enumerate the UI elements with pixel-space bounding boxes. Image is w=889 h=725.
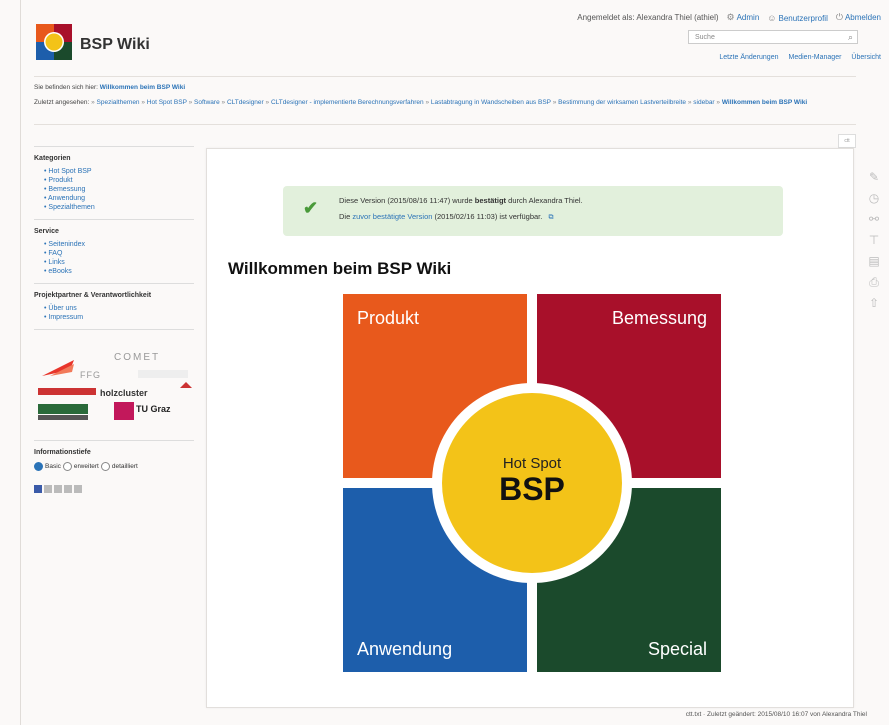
sidebar-item-anwendung[interactable]: Anwendung (44, 195, 194, 202)
badge[interactable] (44, 485, 52, 493)
divider (34, 76, 856, 77)
breadcrumb: Sie befinden sich hier: Willkommen beim … (34, 84, 186, 91)
trace-item[interactable]: CLTdesigner - implementierte Berechnungs… (271, 99, 424, 106)
holzcluster-logo-text: holzcluster (100, 388, 148, 398)
wiki-title[interactable]: BSP Wiki (80, 36, 150, 54)
backlinks-icon[interactable]: ⚯ (869, 212, 879, 226)
trace-item[interactable]: Software (194, 99, 220, 106)
sidebar-heading-depth: Informationstiefe (34, 449, 91, 456)
sidebar: Kategorien Hot Spot BSP Produkt Bemessun… (34, 142, 194, 493)
sidebar-heading-partners: Projektpartner & Verantwortlichkeit (34, 292, 152, 299)
partner-info-list: Über uns Impressum (34, 305, 194, 321)
anwendung-label: Anwendung (357, 639, 453, 659)
sidebar-item-hot-spot-bsp[interactable]: Hot Spot BSP (44, 168, 194, 175)
sidebar-item-about[interactable]: Über uns (44, 305, 194, 312)
page-tools: ✎ ◷ ⚯ ⊤ ▤ ⎙ ⇧ (864, 170, 884, 310)
divider (34, 124, 856, 125)
trace-current[interactable]: Willkommen beim BSP Wiki (722, 99, 807, 106)
checkmark-icon: ✔ (303, 198, 319, 218)
subscribe-icon[interactable]: ⊤ (869, 233, 879, 247)
depth-detailed-radio[interactable] (100, 462, 110, 471)
license-badges (34, 485, 194, 493)
previous-version-link[interactable]: zuvor bestätigte Version (352, 212, 432, 221)
recent-changes-link[interactable]: Letzte Änderungen (719, 54, 778, 61)
hot-spot-bsp-circle[interactable]: Hot Spot BSP (442, 393, 622, 573)
search-input[interactable]: Suche ⌕ (688, 30, 858, 44)
sidebar-heading-service: Service (34, 228, 59, 235)
ffg-logo[interactable] (42, 360, 74, 376)
sidebar-item-produkt[interactable]: Produkt (44, 177, 194, 184)
sidebar-item-ebooks[interactable]: eBooks (44, 268, 194, 275)
profile-link[interactable]: ☺ Benutzerprofil (767, 13, 828, 23)
produkt-label: Produkt (357, 308, 420, 328)
diff-icon[interactable]: ⧉ (548, 214, 553, 221)
breadcrumb-current[interactable]: Willkommen beim BSP Wiki (100, 84, 185, 91)
badge[interactable] (54, 485, 62, 493)
notice-line-2: Die zuvor bestätigte Version (2015/02/16… (339, 212, 554, 221)
trace-breadcrumb: Zuletzt angesehen: » Spezialthemen » Hot… (34, 99, 808, 106)
sidebar-item-faq[interactable]: FAQ (44, 250, 194, 257)
site-tools: Letzte Änderungen Medien-Manager Übersic… (719, 54, 881, 61)
partner-logos: FFG COMET holzcluster TU Graz (34, 340, 194, 436)
page-footer: ctt.txt · Zuletzt geändert: 2015/08/10 1… (685, 711, 867, 718)
bemessung-label: Bemessung (611, 308, 707, 328)
export-pdf-icon[interactable]: ▤ (868, 254, 879, 268)
logout-icon: ⏻ (835, 12, 843, 22)
depth-radio-group: Basic erweitert detailliert (34, 462, 194, 471)
edit-icon[interactable]: ✎ (869, 170, 879, 184)
sidebar-item-links[interactable]: Links (44, 259, 194, 266)
back-to-top-icon[interactable]: ⇧ (869, 296, 879, 310)
trace-item[interactable]: Lastabtragung in Wandscheiben aus BSP (431, 99, 551, 106)
sidebar-item-bemessung[interactable]: Bemessung (44, 186, 194, 193)
service-list: Seitenindex FAQ Links eBooks (34, 241, 194, 275)
user-tools: Angemeldet als: Alexandra Thiel (athiel)… (577, 12, 881, 23)
center-small-label: Hot Spot (502, 455, 562, 472)
search-icon[interactable]: ⌕ (848, 32, 853, 43)
tu-logo-text: TU Graz (136, 404, 171, 414)
sidebar-heading-categories: Kategorien (34, 155, 71, 162)
notice-line-1: Diese Version (2015/08/16 11:47) wurde b… (339, 196, 583, 205)
profile-icon: ☺ (767, 12, 777, 23)
revisions-icon[interactable]: ◷ (869, 191, 879, 205)
category-list: Hot Spot BSP Produkt Bemessung Anwendung… (34, 168, 194, 211)
logged-in-label: Angemeldet als: Alexandra Thiel (athiel) (577, 13, 719, 22)
page-marker: ctt (838, 134, 856, 148)
sidebar-item-seitenindex[interactable]: Seitenindex (44, 241, 194, 248)
sidebar-item-spezialthemen[interactable]: Spezialthemen (44, 204, 194, 211)
print-icon[interactable]: ⎙ (869, 275, 879, 289)
sitemap-link[interactable]: Übersicht (851, 54, 881, 61)
trace-item[interactable]: Bestimmung der wirksamen Lastverteilbrei… (558, 99, 686, 106)
page-title: Willkommen beim BSP Wiki (228, 259, 452, 278)
special-label: Special (647, 639, 707, 659)
ffg-logo-text: FFG (80, 370, 101, 380)
trace-item[interactable]: sidebar (693, 99, 714, 106)
bsp-logo-icon[interactable] (36, 24, 72, 60)
depth-basic-radio[interactable] (34, 462, 43, 471)
comet-logo-text: COMET (114, 352, 160, 363)
admin-link[interactable]: ⚙ Admin (727, 12, 760, 23)
sidebar-item-impressum[interactable]: Impressum (44, 314, 194, 321)
depth-extended-radio[interactable] (62, 462, 72, 471)
admin-icon: ⚙ (726, 12, 735, 22)
trace-item[interactable]: Hot Spot BSP (147, 99, 187, 106)
trace-item[interactable]: CLTdesigner (227, 99, 264, 106)
approval-notice: ✔ Diese Version (2015/08/16 11:47) wurde… (283, 186, 783, 236)
badge[interactable] (74, 485, 82, 493)
badge[interactable] (64, 485, 72, 493)
center-big-label: BSP (499, 471, 565, 507)
trace-item[interactable]: Spezialthemen (97, 99, 140, 106)
partner-logos-graphic: FFG COMET holzcluster TU Graz (38, 352, 192, 420)
badge[interactable] (34, 485, 42, 493)
media-manager-link[interactable]: Medien-Manager (789, 54, 842, 61)
logout-link[interactable]: ⏻ Abmelden (836, 12, 881, 23)
